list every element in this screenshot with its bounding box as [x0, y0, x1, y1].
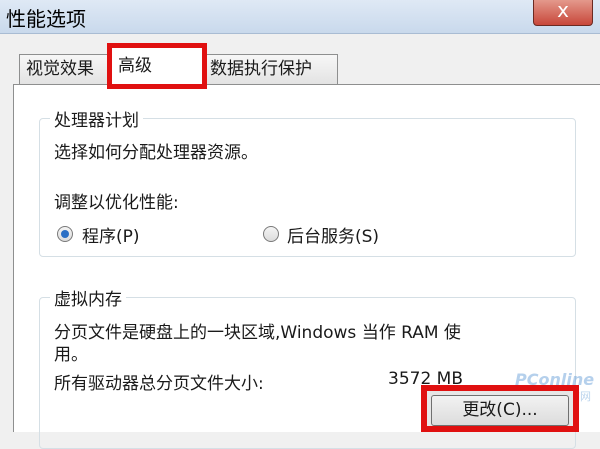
close-icon: x	[557, 0, 569, 22]
change-button-label: 更改(C)...	[462, 400, 538, 420]
tab-visual-effects[interactable]: 视觉效果	[19, 54, 111, 84]
group-title: 虚拟内存	[50, 285, 126, 310]
tab-label: 视觉效果	[26, 59, 94, 79]
tab-data-execution-prevention[interactable]: 数据执行保护	[203, 54, 338, 84]
group-title: 处理器计划	[50, 106, 143, 131]
tab-label: 数据执行保护	[210, 59, 312, 79]
tab-label: 高级	[118, 56, 152, 76]
close-button[interactable]: x	[533, 0, 593, 26]
tab-advanced[interactable]: 高级	[107, 43, 207, 89]
change-button[interactable]: 更改(C)...	[421, 385, 579, 432]
title-bar: 性能选项 x	[0, 0, 600, 34]
radio-background-services[interactable]	[263, 226, 279, 242]
radio-background-services-label[interactable]: 后台服务(S)	[287, 222, 379, 247]
virtual-memory-description-cont: 用。	[54, 345, 88, 365]
window-title: 性能选项	[6, 7, 86, 31]
total-paging-label: 所有驱动器总分页文件大小:	[54, 374, 264, 394]
radio-programs[interactable]	[57, 226, 73, 242]
processor-description: 选择如何分配处理器资源。	[54, 143, 258, 163]
virtual-memory-description: 分页文件是硬盘上的一块区域,Windows 当作 RAM 使	[54, 323, 461, 343]
radio-programs-label[interactable]: 程序(P)	[82, 222, 140, 247]
adjust-label: 调整以优化性能:	[54, 193, 179, 213]
